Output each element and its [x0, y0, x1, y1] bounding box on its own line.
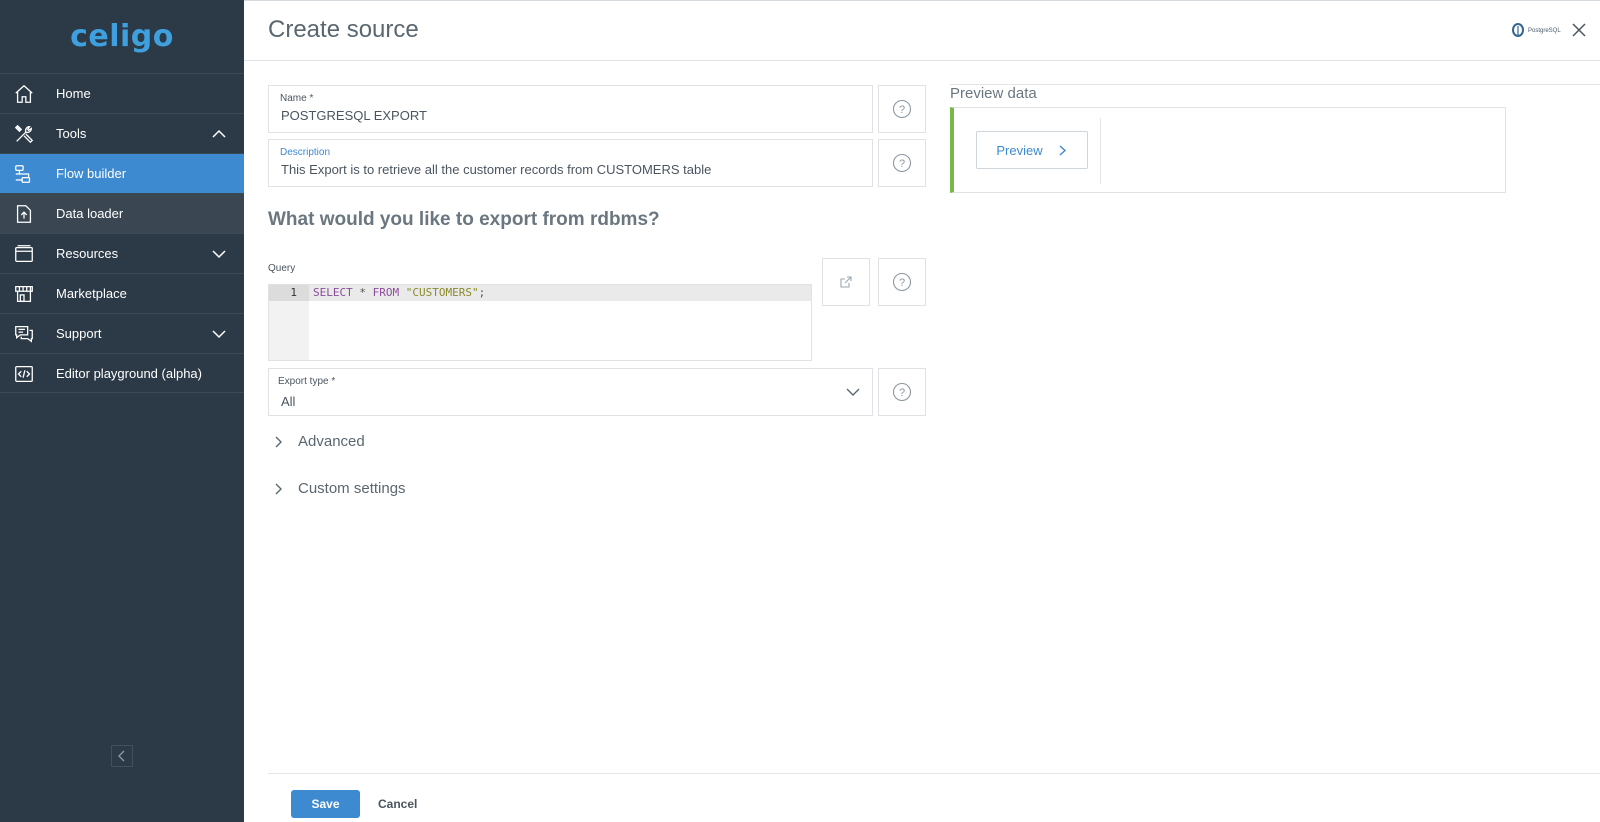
export-type-label: Export type *: [278, 376, 336, 387]
svg-text:?: ?: [899, 387, 905, 399]
description-help-button[interactable]: ?: [878, 139, 926, 187]
query-code[interactable]: SELECT * FROM "CUSTOMERS";: [313, 285, 485, 301]
save-button[interactable]: Save: [291, 790, 360, 818]
home-icon: [15, 84, 33, 103]
create-source-panel: Create source PostgreSQL Name * POSTGRES…: [244, 0, 1600, 822]
chevron-up-icon[interactable]: [212, 127, 226, 141]
sidebar-item-label: Home: [56, 86, 91, 101]
close-button[interactable]: [1568, 19, 1590, 41]
sidebar-item-label: Flow builder: [56, 166, 127, 181]
description-field[interactable]: Description This Export is to retrieve a…: [268, 139, 873, 187]
logo-text: celigo: [70, 19, 174, 54]
preview-divider: [1100, 118, 1101, 184]
postgresql-logo-text: PostgreSQL: [1528, 28, 1561, 34]
help-icon: ?: [892, 99, 912, 119]
chevron-right-icon: [275, 483, 282, 494]
svg-text:?: ?: [899, 158, 905, 170]
name-help-button[interactable]: ?: [878, 85, 926, 133]
svg-text:?: ?: [899, 277, 905, 289]
open-editor-button[interactable]: [822, 258, 870, 306]
description-field-value[interactable]: This Export is to retrieve all the custo…: [281, 162, 711, 177]
export-type-help-button[interactable]: ?: [878, 368, 926, 416]
sidebar-item-support[interactable]: Support: [0, 313, 244, 353]
flow-builder-icon: [15, 165, 31, 183]
preview-panel: Preview: [950, 107, 1506, 193]
editor-playground-icon: [15, 366, 33, 382]
sidebar-item-marketplace[interactable]: Marketplace: [0, 273, 244, 313]
postgresql-logo: PostgreSQL: [1510, 21, 1562, 41]
celigo-logo[interactable]: celigo: [0, 0, 244, 73]
chevron-right-icon: [1059, 144, 1066, 156]
name-field-value[interactable]: POSTGRESQL EXPORT: [281, 108, 427, 123]
description-field-label: Description: [280, 147, 331, 158]
export-section-heading: What would you like to export from rdbms…: [268, 209, 660, 230]
sidebar-item-data-loader[interactable]: Data loader: [0, 193, 244, 233]
query-label: Query: [268, 263, 296, 274]
sidebar-item-home[interactable]: Home: [0, 73, 244, 113]
sidebar: celigo Home Tools Flow builder Data load…: [0, 0, 244, 822]
help-icon: ?: [892, 272, 912, 292]
advanced-expander[interactable]: Advanced: [272, 433, 365, 450]
sidebar-item-resources[interactable]: Resources: [0, 233, 244, 273]
sidebar-item-editor-playground[interactable]: Editor playground (alpha): [0, 353, 244, 393]
resources-icon: [15, 245, 33, 262]
custom-settings-label: Custom settings: [298, 480, 406, 497]
sidebar-item-label: Support: [56, 326, 102, 341]
sidebar-item-tools[interactable]: Tools: [0, 113, 244, 153]
help-icon: ?: [892, 153, 912, 173]
name-field[interactable]: Name * POSTGRESQL EXPORT: [268, 85, 873, 133]
help-icon: ?: [892, 382, 912, 402]
query-help-button[interactable]: ?: [878, 258, 926, 306]
preview-divider-line: [950, 84, 1600, 85]
postgresql-elephant-icon: [1512, 23, 1524, 37]
code-token-select: SELECT: [313, 286, 353, 299]
support-icon: [15, 326, 33, 343]
query-editor[interactable]: 1 SELECT * FROM "CUSTOMERS";: [268, 284, 812, 361]
preview-data-title: Preview data: [950, 85, 1037, 102]
export-type-value: All: [281, 394, 296, 409]
tools-icon: [14, 124, 34, 144]
line-number: 1: [269, 285, 309, 301]
collapse-sidebar-button[interactable]: [111, 745, 133, 767]
sidebar-item-label: Tools: [56, 126, 87, 141]
code-token-star: *: [352, 286, 373, 299]
sidebar-item-label: Resources: [56, 246, 119, 261]
advanced-label: Advanced: [298, 433, 365, 450]
close-icon: [1572, 23, 1586, 37]
svg-text:?: ?: [899, 104, 905, 116]
chevron-left-icon: [118, 750, 125, 762]
cancel-button[interactable]: Cancel: [378, 790, 417, 818]
sidebar-item-label: Editor playground (alpha): [56, 365, 202, 381]
page-title: Create source: [268, 16, 419, 43]
sidebar-item-label: Marketplace: [56, 286, 127, 301]
data-loader-icon: [16, 205, 32, 223]
code-token-semicolon: ;: [478, 286, 486, 299]
chevron-right-icon: [275, 436, 282, 447]
chevron-down-icon[interactable]: [212, 327, 226, 341]
code-token-from: FROM: [372, 286, 400, 299]
chevron-down-icon[interactable]: [212, 247, 226, 261]
preview-button[interactable]: Preview: [976, 131, 1088, 169]
external-link-icon: [840, 276, 852, 288]
custom-settings-expander[interactable]: Custom settings: [272, 480, 406, 497]
sidebar-item-label: Data loader: [56, 206, 124, 221]
form-footer: Save Cancel: [268, 773, 1600, 822]
preview-button-label: Preview: [996, 142, 1043, 158]
marketplace-icon: [15, 286, 33, 302]
name-field-label: Name *: [280, 93, 314, 104]
sidebar-item-flow-builder[interactable]: Flow builder: [0, 153, 244, 193]
code-token-table: "CUSTOMERS": [405, 286, 479, 299]
chevron-down-icon: [846, 388, 860, 396]
panel-header: Create source PostgreSQL: [244, 1, 1600, 61]
export-type-select[interactable]: Export type * All: [268, 368, 873, 416]
